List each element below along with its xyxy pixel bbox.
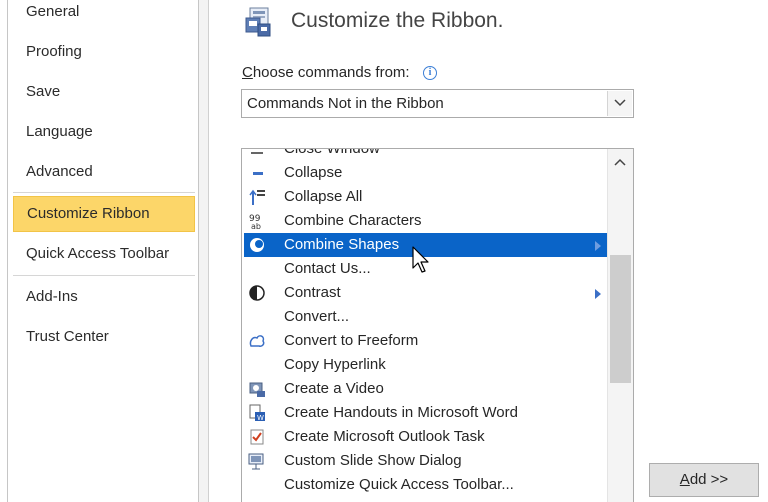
add-button[interactable]: Add >> (649, 463, 759, 497)
sidebar-divider (13, 275, 195, 276)
submenu-arrow-icon (595, 241, 601, 251)
create-handouts-icon: W (248, 404, 266, 422)
sidebar-divider (13, 192, 195, 193)
list-item[interactable]: W Create Handouts in Microsoft Word (244, 401, 607, 425)
choose-label-access-key: C (242, 64, 253, 81)
sidebar-item-proofing[interactable]: Proofing (13, 35, 195, 69)
create-video-icon (248, 380, 266, 398)
customize-ribbon-icon (244, 6, 274, 38)
combine-characters-icon: 99 ab (248, 212, 266, 231)
mouse-pointer-icon (411, 246, 431, 274)
close-window-icon (248, 149, 266, 158)
list-item[interactable]: Custom Slide Show Dialog (244, 449, 607, 473)
sidebar-item-trust-center[interactable]: Trust Center (13, 320, 195, 354)
choose-commands-label: Choose commands from: (242, 64, 410, 81)
list-scrollbar[interactable] (607, 149, 633, 502)
sidebar-item-quick-access-toolbar[interactable]: Quick Access Toolbar (13, 237, 195, 271)
list-item[interactable]: Collapse All (244, 185, 607, 209)
outlook-task-icon (248, 428, 266, 446)
collapse-all-icon (248, 188, 266, 206)
dropdown-button[interactable] (607, 91, 632, 116)
add-button-label: dd >> (689, 471, 729, 488)
list-item[interactable]: Create Microsoft Outlook Task (244, 425, 607, 449)
chevron-up-icon (614, 158, 626, 166)
convert-to-freeform-icon (248, 332, 266, 350)
list-item[interactable]: Copy Hyperlink (244, 353, 607, 377)
svg-text:ab: ab (251, 222, 261, 230)
add-button-access-key: A (679, 471, 690, 488)
list-item[interactable]: 99 ab Combine Characters (244, 209, 607, 233)
choose-commands-dropdown[interactable]: Commands Not in the Ribbon (241, 89, 634, 118)
scroll-thumb[interactable] (610, 255, 631, 383)
options-sidebar: General Proofing Save Language Advanced … (0, 0, 199, 502)
submenu-arrow-icon (595, 289, 601, 299)
chevron-down-icon (614, 99, 626, 107)
sidebar-item-language[interactable]: Language (13, 115, 195, 149)
custom-slide-show-icon (248, 452, 266, 470)
contrast-icon (248, 284, 266, 302)
list-item[interactable]: Create a Video (244, 377, 607, 401)
scroll-up-button[interactable] (608, 149, 633, 175)
list-item[interactable]: Contrast (244, 281, 607, 305)
info-icon[interactable]: i (423, 66, 437, 80)
svg-text:W: W (257, 414, 264, 422)
sidebar-item-advanced[interactable]: Advanced (13, 155, 195, 189)
sidebar-item-general[interactable]: General (13, 0, 195, 29)
page-title: Customize the Ribbon. (291, 9, 504, 32)
list-item[interactable]: Convert... (244, 305, 607, 329)
list-item[interactable]: Collapse (244, 161, 607, 185)
sidebar-edge (0, 0, 8, 502)
combine-shapes-icon (248, 236, 266, 254)
choose-label-text: hoose commands from: (252, 64, 410, 81)
list-item[interactable]: Customize Quick Access Toolbar... (244, 473, 607, 497)
sidebar-item-add-ins[interactable]: Add-Ins (13, 280, 195, 314)
dropdown-value: Commands Not in the Ribbon (247, 95, 444, 112)
sidebar-item-save[interactable]: Save (13, 75, 195, 109)
list-item[interactable]: Convert to Freeform (244, 329, 607, 353)
collapse-icon (248, 164, 266, 182)
list-item[interactable]: Close Window (244, 149, 607, 161)
commands-listbox[interactable]: Close Window Collapse Collapse All 99 ab … (241, 148, 634, 502)
sidebar-item-customize-ribbon[interactable]: Customize Ribbon (13, 196, 195, 232)
panel-gutter (199, 0, 209, 502)
